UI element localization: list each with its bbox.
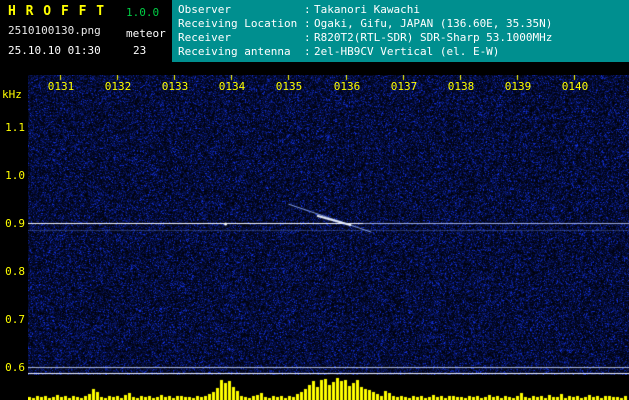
freq-label: 1.0 [5, 169, 25, 182]
station-row: Receiving antenna:2el-HB9CV Vertical (el… [172, 45, 629, 59]
colon: : [304, 31, 311, 44]
activity-histogram-canvas [28, 377, 629, 400]
y-axis-unit: kHz [2, 88, 22, 101]
freq-label: 1.1 [5, 121, 25, 134]
mode-label: meteor [126, 27, 166, 40]
time-label: 0139 [504, 80, 532, 93]
echo-count: 23 [133, 44, 147, 57]
station-label: Receiving antenna [178, 45, 291, 58]
time-label: 0135 [275, 80, 303, 93]
time-label: 0140 [561, 80, 589, 93]
station-label: Receiving Location [178, 17, 298, 30]
station-row: Receiver: R820T2(RTL-SDR) SDR-Sharp 53.10… [172, 31, 629, 45]
station-value: R820T2(RTL-SDR) SDR-Sharp 53.1000MHz [314, 31, 553, 44]
freq-label: 0.8 [5, 265, 25, 278]
station-row: Observer: Takanori Kawachi [172, 3, 629, 17]
time-label: 0134 [218, 80, 246, 93]
station-value: Ogaki, Gifu, JAPAN (136.60E, 35.35N) [314, 17, 553, 30]
freq-label: 0.6 [5, 361, 25, 374]
colon: : [304, 45, 311, 58]
station-value: Takanori Kawachi [314, 3, 420, 16]
colon: : [304, 3, 311, 16]
colon: : [304, 17, 311, 30]
freq-label: 0.7 [5, 313, 25, 326]
time-label: 0133 [161, 80, 189, 93]
time-label: 0136 [333, 80, 361, 93]
output-filename: 2510100130.png [8, 24, 101, 37]
time-label: 0138 [447, 80, 475, 93]
app-title: H R O F F T [8, 4, 106, 19]
time-label: 0137 [390, 80, 418, 93]
freq-label: 0.9 [5, 217, 25, 230]
hrofft-app-window: H R O F F T 1.0.0 2510100130.png meteor … [0, 0, 629, 400]
app-version: 1.0.0 [126, 6, 160, 19]
station-value: 2el-HB9CV Vertical (el. E-W) [314, 45, 500, 58]
spectrogram-canvas [28, 75, 629, 375]
station-row: Receiving Location: Ogaki, Gifu, JAPAN (1… [172, 17, 629, 31]
time-label: 0131 [47, 80, 75, 93]
timestamp: 25.10.10 01:30 [8, 44, 101, 57]
station-label: Receiver [178, 31, 231, 44]
station-info-panel: Observer: Takanori Kawachi Receiving Loca… [172, 0, 629, 62]
station-label: Observer [178, 3, 231, 16]
time-label: 0132 [104, 80, 132, 93]
